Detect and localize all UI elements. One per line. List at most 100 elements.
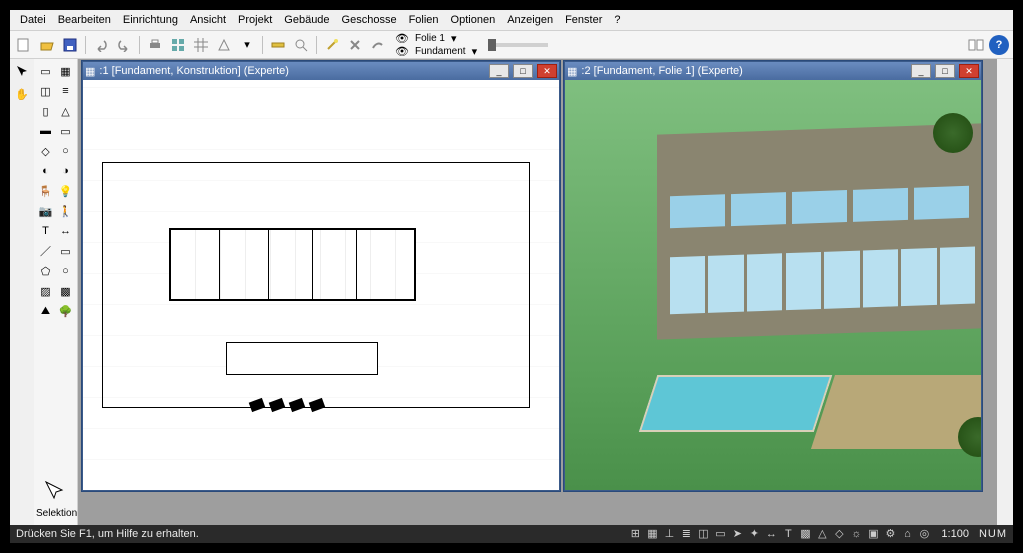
menu-folien[interactable]: Folien bbox=[403, 12, 445, 28]
tool-b-icon[interactable]: ○ bbox=[56, 141, 75, 161]
status-grid-icon[interactable]: ▦ bbox=[645, 527, 659, 541]
layer-fundament[interactable]: Fundament bbox=[411, 45, 470, 58]
menu-anzeigen[interactable]: Anzeigen bbox=[501, 12, 559, 28]
window-3d-titlebar[interactable]: ▦ :2 [Fundament, Folie 1] (Experte) _ □ … bbox=[565, 62, 981, 80]
close-button[interactable]: ✕ bbox=[959, 64, 979, 78]
tool-a-icon[interactable]: ◇ bbox=[36, 141, 55, 161]
window-icon: ▦ bbox=[567, 65, 577, 78]
beam-tool-icon[interactable]: ▭ bbox=[56, 121, 75, 141]
menu-bearbeiten[interactable]: Bearbeiten bbox=[52, 12, 117, 28]
close-button[interactable]: ✕ bbox=[537, 64, 557, 78]
circle-tool-icon[interactable]: ○ bbox=[56, 261, 75, 281]
door-tool-icon[interactable]: ◫ bbox=[36, 81, 55, 101]
opacity-slider[interactable] bbox=[488, 43, 548, 47]
grid-icon[interactable] bbox=[191, 35, 211, 55]
3d-viewport[interactable] bbox=[565, 80, 981, 490]
selection-preview: Selektion bbox=[36, 474, 75, 523]
roof-tool-icon[interactable]: △ bbox=[56, 101, 75, 121]
tool-c-icon[interactable]: ◐ bbox=[36, 161, 55, 181]
status-misc3-icon[interactable]: ◎ bbox=[917, 527, 931, 541]
layer-dropdown-1-icon[interactable]: ▾ bbox=[451, 32, 457, 45]
status-wall-icon[interactable]: ▭ bbox=[713, 527, 727, 541]
plan-viewport[interactable] bbox=[83, 80, 559, 490]
save-icon[interactable] bbox=[60, 35, 80, 55]
right-scroll-strip[interactable] bbox=[997, 59, 1013, 525]
plant-tool-icon[interactable]: 🌳 bbox=[56, 301, 75, 321]
line-tool-icon[interactable]: ／ bbox=[36, 241, 55, 261]
column-tool-icon[interactable]: ▯ bbox=[36, 101, 55, 121]
new-icon[interactable] bbox=[14, 35, 34, 55]
status-misc2-icon[interactable]: ⌂ bbox=[900, 527, 914, 541]
window-tool-icon[interactable]: ▦ bbox=[56, 61, 75, 81]
dim-tool-icon[interactable]: ↔ bbox=[56, 221, 75, 241]
layer-folie1[interactable]: Folie 1 bbox=[411, 32, 449, 45]
arrow-tool-icon[interactable] bbox=[12, 61, 32, 81]
maximize-button[interactable]: □ bbox=[513, 64, 533, 78]
menu-optionen[interactable]: Optionen bbox=[445, 12, 502, 28]
camera-tool-icon[interactable]: 📷 bbox=[36, 201, 55, 221]
menu-fenster[interactable]: Fenster bbox=[559, 12, 608, 28]
window-plan-titlebar[interactable]: ▦ :1 [Fundament, Konstruktion] (Experte)… bbox=[83, 62, 559, 80]
status-snap-icon[interactable]: ⊞ bbox=[628, 527, 642, 541]
menu-geschosse[interactable]: Geschosse bbox=[336, 12, 403, 28]
text-tool-icon[interactable]: T bbox=[36, 221, 55, 241]
status-fill-icon[interactable]: ▩ bbox=[798, 527, 812, 541]
perspective-icon[interactable] bbox=[214, 35, 234, 55]
print-icon[interactable] bbox=[145, 35, 165, 55]
redo-icon[interactable] bbox=[114, 35, 134, 55]
dropdown-icon[interactable]: ▾ bbox=[237, 35, 257, 55]
furniture-tool-icon[interactable]: 🪑 bbox=[36, 181, 55, 201]
status-dim-icon[interactable]: ↔ bbox=[764, 527, 778, 541]
status-light-icon[interactable]: ☼ bbox=[849, 527, 863, 541]
status-hint: Drücken Sie F1, um Hilfe zu erhalten. bbox=[16, 528, 199, 540]
pan-tool-icon[interactable]: ✋ bbox=[12, 84, 32, 104]
book-icon[interactable] bbox=[966, 35, 986, 55]
status-ortho-icon[interactable]: ⊥ bbox=[662, 527, 676, 541]
hatch-tool-icon[interactable]: ▨ bbox=[36, 281, 55, 301]
measure-icon[interactable] bbox=[268, 35, 288, 55]
terrain-tool-icon[interactable]: ⛰ bbox=[36, 301, 55, 321]
maximize-button[interactable]: □ bbox=[935, 64, 955, 78]
poly-tool-icon[interactable]: ⬠ bbox=[36, 261, 55, 281]
status-roof-icon[interactable]: △ bbox=[815, 527, 829, 541]
status-cursor-icon[interactable]: ➤ bbox=[730, 527, 744, 541]
status-cam-icon[interactable]: ▣ bbox=[866, 527, 880, 541]
menu-projekt[interactable]: Projekt bbox=[232, 12, 278, 28]
status-obj-icon[interactable]: ◇ bbox=[832, 527, 846, 541]
rect-tool-icon[interactable]: ▭ bbox=[56, 241, 75, 261]
walk-tool-icon[interactable]: 🚶 bbox=[56, 201, 75, 221]
wand-icon[interactable] bbox=[322, 35, 342, 55]
minimize-button[interactable]: _ bbox=[489, 64, 509, 78]
status-axis-icon[interactable]: ✦ bbox=[747, 527, 761, 541]
menu-einrichtung[interactable]: Einrichtung bbox=[117, 12, 184, 28]
wall-tool-icon[interactable]: ▭ bbox=[36, 61, 55, 81]
undo-icon[interactable] bbox=[91, 35, 111, 55]
status-layer-icon[interactable]: ≣ bbox=[679, 527, 693, 541]
status-misc1-icon[interactable]: ⚙ bbox=[883, 527, 897, 541]
mdi-area: ▦ :1 [Fundament, Konstruktion] (Experte)… bbox=[78, 59, 997, 525]
light-tool-icon[interactable]: 💡 bbox=[56, 181, 75, 201]
paint-icon[interactable] bbox=[368, 35, 388, 55]
zoom-icon[interactable] bbox=[291, 35, 311, 55]
help-button-icon[interactable]: ? bbox=[989, 35, 1009, 55]
fill-tool-icon[interactable]: ▩ bbox=[56, 281, 75, 301]
menu-datei[interactable]: Datei bbox=[14, 12, 52, 28]
plan-lounger-icon bbox=[288, 398, 305, 412]
status-view-icon[interactable]: ◫ bbox=[696, 527, 710, 541]
open-icon[interactable] bbox=[37, 35, 57, 55]
menu-ansicht[interactable]: Ansicht bbox=[184, 12, 232, 28]
layer-dropdown-2-icon[interactable]: ▾ bbox=[472, 45, 478, 58]
views-icon[interactable] bbox=[168, 35, 188, 55]
layer-eye-1-icon[interactable]: 👁 bbox=[395, 32, 409, 45]
minimize-button[interactable]: _ bbox=[911, 64, 931, 78]
menu-gebaeude[interactable]: Gebäude bbox=[278, 12, 335, 28]
tool-d-icon[interactable]: ◑ bbox=[56, 161, 75, 181]
status-scale[interactable]: 1:100 bbox=[941, 528, 969, 540]
menu-help[interactable]: ? bbox=[608, 12, 626, 28]
tool-palette: ▭▦ ◫≡ ▯△ ▬▭ ◇○ ◐◑ 🪑💡 📷🚶 T↔ ／▭ ⬠○ ▨▩ ⛰🌳 S… bbox=[34, 59, 78, 525]
tools-icon[interactable] bbox=[345, 35, 365, 55]
layer-eye-2-icon[interactable]: 👁 bbox=[395, 45, 409, 58]
stair-tool-icon[interactable]: ≡ bbox=[56, 81, 75, 101]
status-text-icon[interactable]: T bbox=[781, 527, 795, 541]
slab-tool-icon[interactable]: ▬ bbox=[36, 121, 55, 141]
